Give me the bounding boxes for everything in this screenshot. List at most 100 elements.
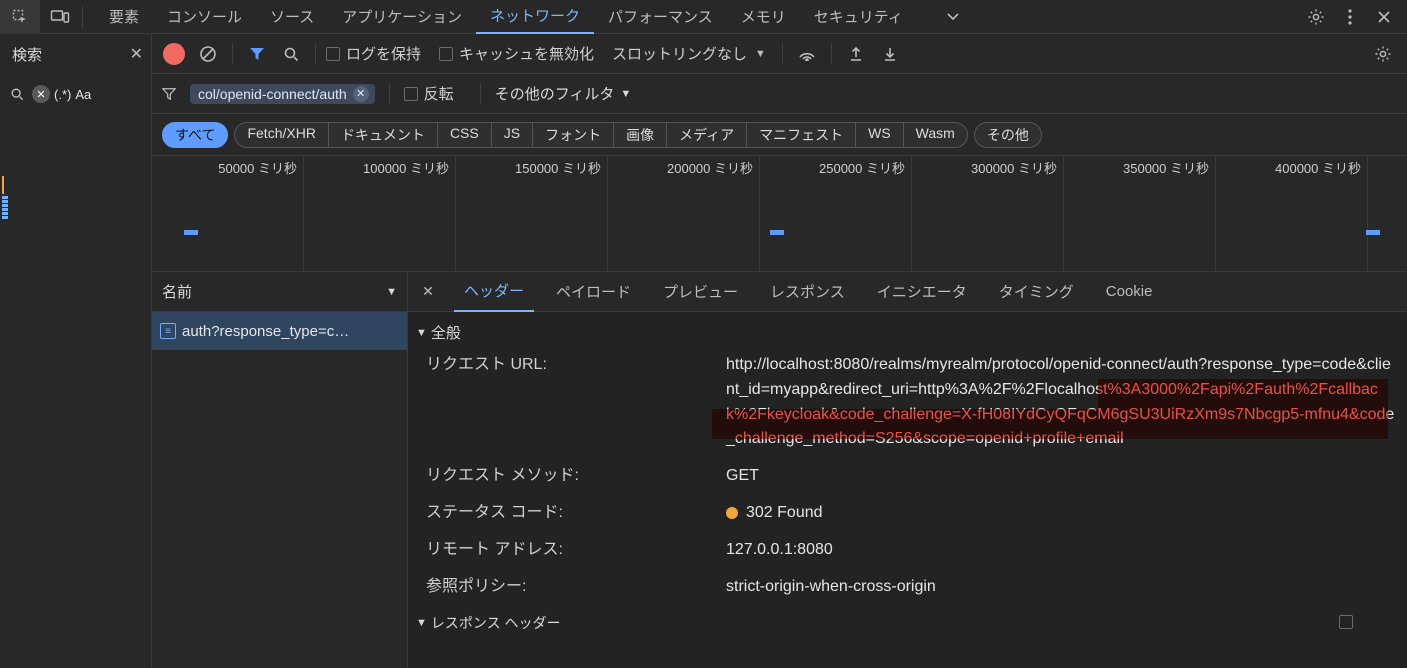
tab-payload[interactable]: ペイロード xyxy=(546,272,641,312)
wf-label: 100000 ミリ秒 xyxy=(363,158,449,177)
tab-memory[interactable]: メモリ xyxy=(727,0,800,34)
type-js[interactable]: JS xyxy=(491,122,532,148)
tab-preview[interactable]: プレビュー xyxy=(653,272,748,312)
tab-sources[interactable]: ソース xyxy=(256,0,328,34)
clear-search-icon[interactable]: ✕ xyxy=(32,85,50,103)
wf-request-mark xyxy=(1366,230,1380,235)
other-filters-dropdown[interactable]: その他のフィルタ ▼ xyxy=(495,83,632,104)
type-filter-chips: すべて Fetch/XHR ドキュメント CSS JS フォント 画像 メディア… xyxy=(152,114,1407,156)
funnel-icon xyxy=(162,87,176,101)
wf-label: 200000 ミリ秒 xyxy=(667,158,753,177)
network-toolbar: ログを保持 キャッシュを無効化 スロットリングなし ▼ xyxy=(152,34,1407,74)
tab-elements[interactable]: 要素 xyxy=(95,0,153,34)
raw-headers-checkbox[interactable] xyxy=(1339,615,1359,632)
document-icon: ≡ xyxy=(160,323,176,339)
tab-response[interactable]: レスポンス xyxy=(760,272,855,312)
close-details-icon[interactable]: ✕ xyxy=(414,283,442,300)
filter-row: ✕ (.*) Aa col/openid-connect/auth ✕ 反転 そ… xyxy=(0,74,1407,114)
tab-console[interactable]: コンソール xyxy=(153,0,256,34)
network-conditions-icon[interactable] xyxy=(793,40,821,68)
disable-cache-checkbox[interactable]: キャッシュを無効化 xyxy=(439,43,594,64)
type-font[interactable]: フォント xyxy=(532,122,613,148)
name-column-header[interactable]: 名前 ▼ xyxy=(152,272,407,312)
throttling-select[interactable]: スロットリングなし ▼ xyxy=(612,43,766,64)
regex-toggle[interactable]: (.*) xyxy=(54,87,71,102)
chevron-down-icon: ▼ xyxy=(386,286,397,298)
response-headers-label: レスポンス ヘッダー xyxy=(431,613,561,633)
type-media[interactable]: メディア xyxy=(666,122,746,148)
type-img[interactable]: 画像 xyxy=(613,122,666,148)
type-ws[interactable]: WS xyxy=(855,122,903,148)
value-request-method: GET xyxy=(726,464,1397,489)
other-filters-label: その他のフィルタ xyxy=(495,83,615,104)
type-manifest[interactable]: マニフェスト xyxy=(746,122,855,148)
tab-security[interactable]: セキュリティ xyxy=(800,0,917,34)
label-referrer-policy: 参照ポリシー: xyxy=(426,575,726,600)
value-request-url: http://localhost:8080/realms/myrealm/pro… xyxy=(726,353,1397,452)
device-toggle-icon[interactable] xyxy=(40,0,80,34)
more-tabs-icon[interactable] xyxy=(933,0,973,34)
filter-input[interactable]: col/openid-connect/auth ✕ xyxy=(190,84,375,104)
search-icon[interactable] xyxy=(277,40,305,68)
import-har-icon[interactable] xyxy=(876,40,904,68)
type-css[interactable]: CSS xyxy=(437,122,491,148)
response-headers-section[interactable]: ▼ レスポンス ヘッダー xyxy=(408,605,1407,633)
wf-label: 150000 ミリ秒 xyxy=(515,158,601,177)
search-input-icon[interactable] xyxy=(6,80,28,108)
waterfall-left-gutter xyxy=(0,156,152,272)
tab-performance[interactable]: パフォーマンス xyxy=(594,0,727,34)
tab-initiator[interactable]: イニシエータ xyxy=(867,272,977,312)
settings-gear-icon[interactable] xyxy=(1299,0,1333,34)
invert-checkbox[interactable]: 反転 xyxy=(404,83,454,104)
search-pane-close-icon[interactable]: ✕ xyxy=(130,44,143,64)
general-section-toggle[interactable]: ▼ 全般 xyxy=(408,318,1407,347)
separator xyxy=(82,6,83,28)
inspect-element-icon[interactable] xyxy=(0,0,40,34)
network-settings-gear-icon[interactable] xyxy=(1369,40,1397,68)
preserve-log-checkbox[interactable]: ログを保持 xyxy=(326,43,421,64)
export-har-icon[interactable] xyxy=(842,40,870,68)
label-remote-address: リモート アドレス: xyxy=(426,538,726,563)
chevron-down-icon: ▼ xyxy=(416,617,427,629)
search-pane-header: 検索 ✕ xyxy=(0,34,152,74)
topbar-left-icons xyxy=(0,0,85,33)
tab-headers[interactable]: ヘッダー xyxy=(454,272,534,312)
close-devtools-icon[interactable] xyxy=(1367,0,1401,34)
disable-cache-label: キャッシュを無効化 xyxy=(459,43,594,64)
type-doc[interactable]: ドキュメント xyxy=(328,122,437,148)
tab-network[interactable]: ネットワーク xyxy=(476,0,594,34)
kebab-menu-icon[interactable] xyxy=(1333,0,1367,34)
clear-filter-icon[interactable]: ✕ xyxy=(353,86,369,102)
tab-timing[interactable]: タイミング xyxy=(989,272,1084,312)
row-request-url: リクエスト URL: http://localhost:8080/realms/… xyxy=(408,347,1407,458)
search-pane-title: 検索 xyxy=(12,44,42,65)
row-referrer-policy: 参照ポリシー: strict-origin-when-cross-origin xyxy=(408,569,1407,606)
search-pane-body xyxy=(0,114,152,156)
type-wasm[interactable]: Wasm xyxy=(903,122,968,148)
row-request-method: リクエスト メソッド: GET xyxy=(408,458,1407,495)
type-all[interactable]: すべて xyxy=(162,122,228,148)
type-fetch-xhr[interactable]: Fetch/XHR xyxy=(234,122,327,148)
clear-button[interactable] xyxy=(194,40,222,68)
wf-label: 350000 ミリ秒 xyxy=(1123,158,1209,177)
filter-toggle-icon[interactable] xyxy=(243,40,271,68)
case-toggle[interactable]: Aa xyxy=(75,87,91,102)
devtools-topbar: 要素 コンソール ソース アプリケーション ネットワーク パフォーマンス メモリ… xyxy=(0,0,1407,34)
panel-tabs: 要素 コンソール ソース アプリケーション ネットワーク パフォーマンス メモリ… xyxy=(95,0,973,33)
separator xyxy=(782,43,783,65)
request-row[interactable]: ≡ auth?response_type=c… xyxy=(152,312,407,350)
label-request-method: リクエスト メソッド: xyxy=(426,464,726,489)
waterfall-overview[interactable]: 50000 ミリ秒 100000 ミリ秒 150000 ミリ秒 200000 ミ… xyxy=(0,156,1407,272)
chevron-down-icon: ▼ xyxy=(755,48,766,60)
search-pane-body-2 xyxy=(0,272,152,668)
throttling-label: スロットリングなし xyxy=(612,43,747,64)
topbar-right-icons xyxy=(1299,0,1407,34)
filter-text: col/openid-connect/auth xyxy=(198,86,347,102)
tab-application[interactable]: アプリケーション xyxy=(328,0,476,34)
waterfall-main: 50000 ミリ秒 100000 ミリ秒 150000 ミリ秒 200000 ミ… xyxy=(152,156,1407,272)
type-other[interactable]: その他 xyxy=(974,122,1042,148)
name-header-label: 名前 xyxy=(162,281,192,302)
record-button[interactable] xyxy=(160,40,188,68)
tab-cookies[interactable]: Cookie xyxy=(1096,272,1163,312)
wf-label: 400000 ミリ秒 xyxy=(1275,158,1361,177)
